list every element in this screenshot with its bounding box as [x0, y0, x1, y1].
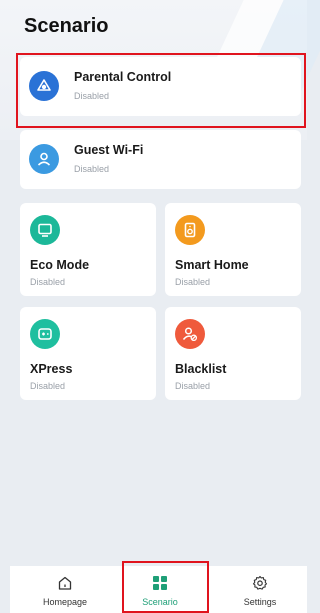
page-title: Scenario [24, 15, 109, 37]
smart-home-card[interactable]: Smart Home Disabled [165, 203, 301, 296]
card-status: Disabled [74, 164, 110, 174]
nav-homepage[interactable]: Homepage [20, 566, 110, 613]
card-title: Blacklist [175, 362, 227, 376]
user-blocked-icon [175, 319, 205, 349]
home-icon [56, 574, 74, 592]
card-status: Disabled [30, 277, 66, 287]
speaker-icon [175, 215, 205, 245]
gear-icon [251, 574, 269, 592]
card-status: Disabled [30, 381, 66, 391]
monitor-icon [30, 215, 60, 245]
nav-label: Settings [243, 597, 277, 607]
nav-label: Homepage [42, 597, 88, 607]
card-title: Smart Home [175, 258, 249, 272]
highlight-box [16, 53, 306, 128]
card-status: Disabled [175, 277, 211, 287]
card-status: Disabled [175, 381, 211, 391]
nav-settings[interactable]: Settings [215, 566, 305, 613]
guest-user-icon [29, 144, 59, 174]
eco-mode-card[interactable]: Eco Mode Disabled [20, 203, 156, 296]
gamepad-icon [30, 319, 60, 349]
blacklist-card[interactable]: Blacklist Disabled [165, 307, 301, 400]
card-title: Eco Mode [30, 258, 90, 272]
xpress-card[interactable]: XPress Disabled [20, 307, 156, 400]
highlight-box [122, 561, 209, 613]
card-title: XPress [30, 362, 73, 376]
card-title: Guest Wi-Fi [74, 143, 144, 157]
guest-wifi-card[interactable]: Guest Wi-Fi Disabled [20, 130, 301, 189]
